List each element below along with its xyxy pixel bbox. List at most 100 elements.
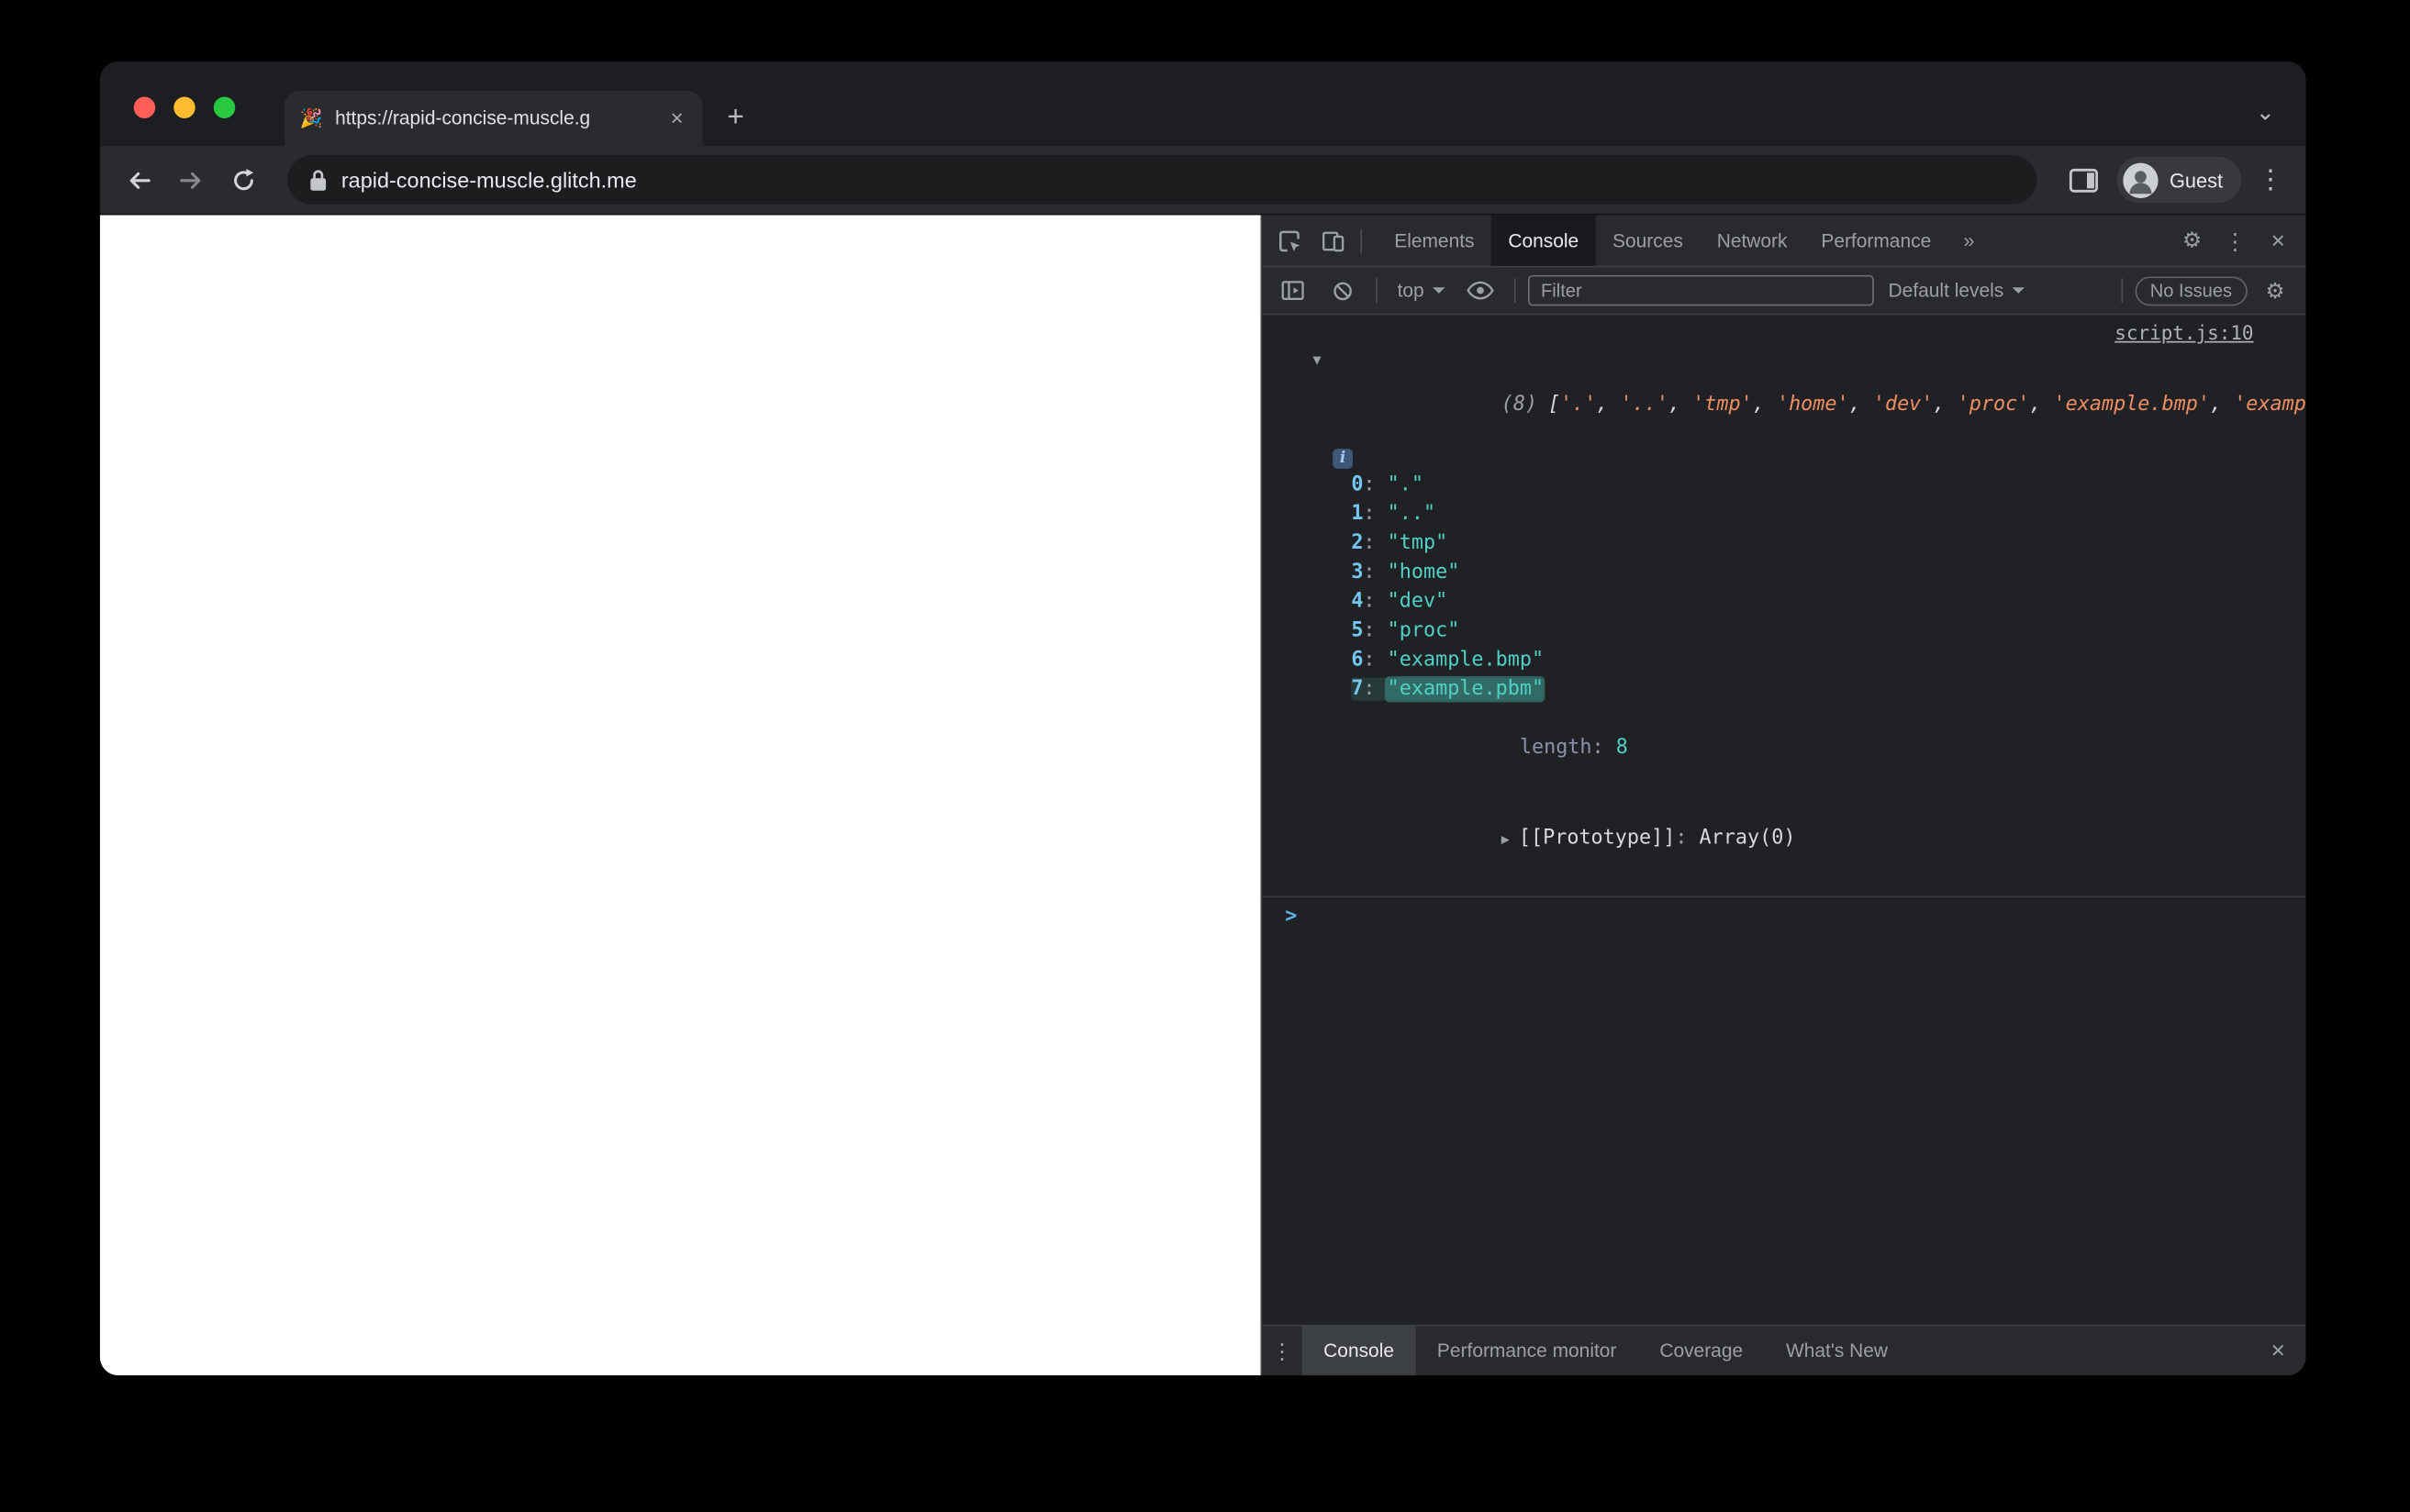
array-entry-index: 2	[1351, 531, 1364, 555]
avatar-icon	[2123, 161, 2159, 198]
device-toolbar-button[interactable]	[1311, 216, 1355, 266]
drawer-tabs: Console Performance monitor Coverage What's…	[1301, 1326, 1910, 1376]
devtools-tab-performance[interactable]: Performance	[1804, 216, 1948, 266]
back-icon	[128, 171, 150, 188]
device-toolbar-icon	[1322, 230, 1344, 251]
browser-tab[interactable]: 🎉 https://rapid-concise-muscle.g ✕	[284, 90, 703, 147]
issues-badge[interactable]: No Issues	[2134, 275, 2248, 306]
devtools-panel: Elements Console Sources Network Performance…	[1260, 215, 2306, 1376]
log-levels-label: Default levels	[1888, 279, 2004, 302]
console-settings-gear-icon[interactable]: ⚙	[2254, 267, 2297, 313]
eye-icon	[1467, 281, 1495, 300]
devtools-settings-gear-icon[interactable]: ⚙	[2170, 228, 2214, 253]
expander-closed-icon[interactable]: ▶	[1501, 833, 1510, 849]
array-open-bracket: [	[1547, 393, 1560, 417]
chevron-down-icon	[2013, 287, 2025, 294]
log-levels-selector[interactable]: Default levels	[1880, 280, 2033, 301]
clear-console-button[interactable]	[1321, 267, 1364, 313]
preview-item-string: 'example.pbm'	[2234, 393, 2306, 417]
side-panel-icon	[2069, 168, 2098, 192]
drawer-tab-coverage[interactable]: Coverage	[1638, 1327, 1765, 1376]
expander-open-icon[interactable]: ▼	[1312, 353, 1321, 369]
preview-item-separator: ,	[1752, 393, 1777, 417]
array-entry-index: 4	[1351, 590, 1364, 614]
array-entry-index: 3	[1351, 561, 1364, 584]
toolbar-separator	[1514, 278, 1517, 303]
new-tab-button[interactable]: +	[727, 103, 744, 132]
forward-button[interactable]	[171, 160, 211, 200]
close-window-button[interactable]	[133, 96, 156, 118]
reload-icon	[233, 168, 253, 190]
tab-title: https://rapid-concise-muscle.g	[335, 107, 591, 129]
array-entry-row: 6: "example.bmp"	[1262, 646, 2305, 675]
console-prompt[interactable]: >	[1262, 897, 2305, 936]
array-entry-row: 3: "home"	[1262, 558, 2305, 587]
traffic-lights	[133, 96, 236, 118]
info-icon: i	[1333, 449, 1353, 469]
array-entry[interactable]: 2: "tmp"	[1351, 532, 1447, 555]
drawer-menu-kebab-icon[interactable]: ⋮	[1262, 1327, 1302, 1376]
array-entry-highlighted[interactable]: 7: "example.pbm"	[1351, 677, 1545, 701]
array-entry[interactable]: 4: "dev"	[1351, 590, 1447, 613]
url-text: rapid-concise-muscle.glitch.me	[340, 167, 637, 193]
tab-search-chevron-icon[interactable]: ⌄	[2256, 98, 2275, 126]
toolbar-separator	[1360, 228, 1363, 253]
reload-button[interactable]	[223, 160, 263, 200]
console-sidebar-button[interactable]	[1271, 267, 1314, 313]
array-length-row: length: 8	[1262, 704, 2305, 791]
array-preview-row[interactable]: ▼ (8) ['.', '..', 'tmp', 'home', 'dev', '…	[1262, 344, 2305, 439]
array-entry-row: 7: "example.pbm"	[1262, 674, 2305, 704]
array-entry[interactable]: 1: ".."	[1351, 503, 1435, 526]
preview-item-string: 'proc'	[1957, 393, 2030, 417]
tab-strip: 🎉 https://rapid-concise-muscle.g ✕ + ⌄	[99, 61, 2306, 147]
filter-input[interactable]	[1528, 274, 1875, 306]
drawer-tab-console[interactable]: Console	[1301, 1326, 1416, 1376]
array-entry[interactable]: 0: "."	[1351, 473, 1423, 496]
more-panels-chevron-icon[interactable]: »	[1948, 229, 1991, 252]
array-entry-row: 1: ".."	[1262, 499, 2305, 528]
zoom-window-button[interactable]	[213, 96, 236, 118]
array-entry-value: ".."	[1387, 502, 1436, 526]
array-entry-index: 5	[1351, 619, 1364, 643]
drawer-tab-what-s-new[interactable]: What's New	[1765, 1327, 1910, 1376]
chevron-down-icon	[1433, 287, 1446, 294]
info-row: i	[1262, 439, 2305, 471]
array-entry-separator: :	[1363, 677, 1388, 701]
array-entry[interactable]: 3: "home"	[1351, 561, 1459, 584]
length-separator: :	[1591, 736, 1616, 760]
profile-chip[interactable]: Guest	[2116, 156, 2242, 204]
preview-item-string: '.'	[1559, 393, 1597, 417]
preview-item-string: 'tmp'	[1692, 393, 1753, 417]
devtools-drawer: ⋮ Console Performance monitor Coverage What…	[1262, 1324, 2306, 1376]
browser-menu-kebab-icon[interactable]: ⋮	[2254, 164, 2288, 195]
devtools-menu-kebab-icon[interactable]: ⋮	[2214, 227, 2257, 254]
array-entry[interactable]: 5: "proc"	[1351, 619, 1459, 642]
toolbar-separator	[1376, 278, 1378, 303]
window-content: Elements Console Sources Network Performance…	[99, 215, 2306, 1376]
address-bar[interactable]: rapid-concise-muscle.glitch.me	[287, 155, 2037, 205]
prototype-row[interactable]: ▶ [[Prototype]]: Array(0)	[1262, 792, 2305, 887]
array-entry-separator: :	[1363, 648, 1388, 672]
back-button[interactable]	[118, 160, 159, 200]
array-entry-value: "example.pbm"	[1387, 677, 1545, 701]
drawer-tab-performance-monitor[interactable]: Performance monitor	[1415, 1327, 1637, 1376]
tab-close-icon[interactable]: ✕	[667, 108, 687, 128]
drawer-close-icon[interactable]: ✕	[2250, 1327, 2305, 1376]
devtools-tab-elements[interactable]: Elements	[1378, 216, 1491, 266]
live-expression-button[interactable]	[1459, 267, 1502, 313]
devtools-close-icon[interactable]: ✕	[2257, 229, 2300, 250]
devtools-tab-sources[interactable]: Sources	[1596, 216, 1701, 266]
devtools-tab-network[interactable]: Network	[1700, 216, 1804, 266]
source-link[interactable]: script.js:10	[2114, 321, 2253, 344]
devtools-tab-console[interactable]: Console	[1490, 215, 1596, 266]
preview-item-string: '..'	[1620, 393, 1668, 417]
minimize-window-button[interactable]	[173, 96, 195, 118]
array-entries: 0: "." 1: ".." 2: "tmp" 3: "home" 4: "dev" 5:…	[1262, 471, 2305, 705]
inspect-element-button[interactable]	[1268, 216, 1311, 266]
context-selector[interactable]: top	[1389, 280, 1453, 301]
console-toolbar: top Default levels No Issues ⚙	[1262, 267, 2306, 316]
side-panel-button[interactable]	[2062, 160, 2105, 200]
array-entry[interactable]: 6: "example.bmp"	[1351, 649, 1544, 672]
web-page[interactable]	[99, 215, 1261, 1376]
console-output: script.js:10 ▼ (8) ['.', '..', 'tmp', 'ho…	[1262, 315, 2306, 1324]
